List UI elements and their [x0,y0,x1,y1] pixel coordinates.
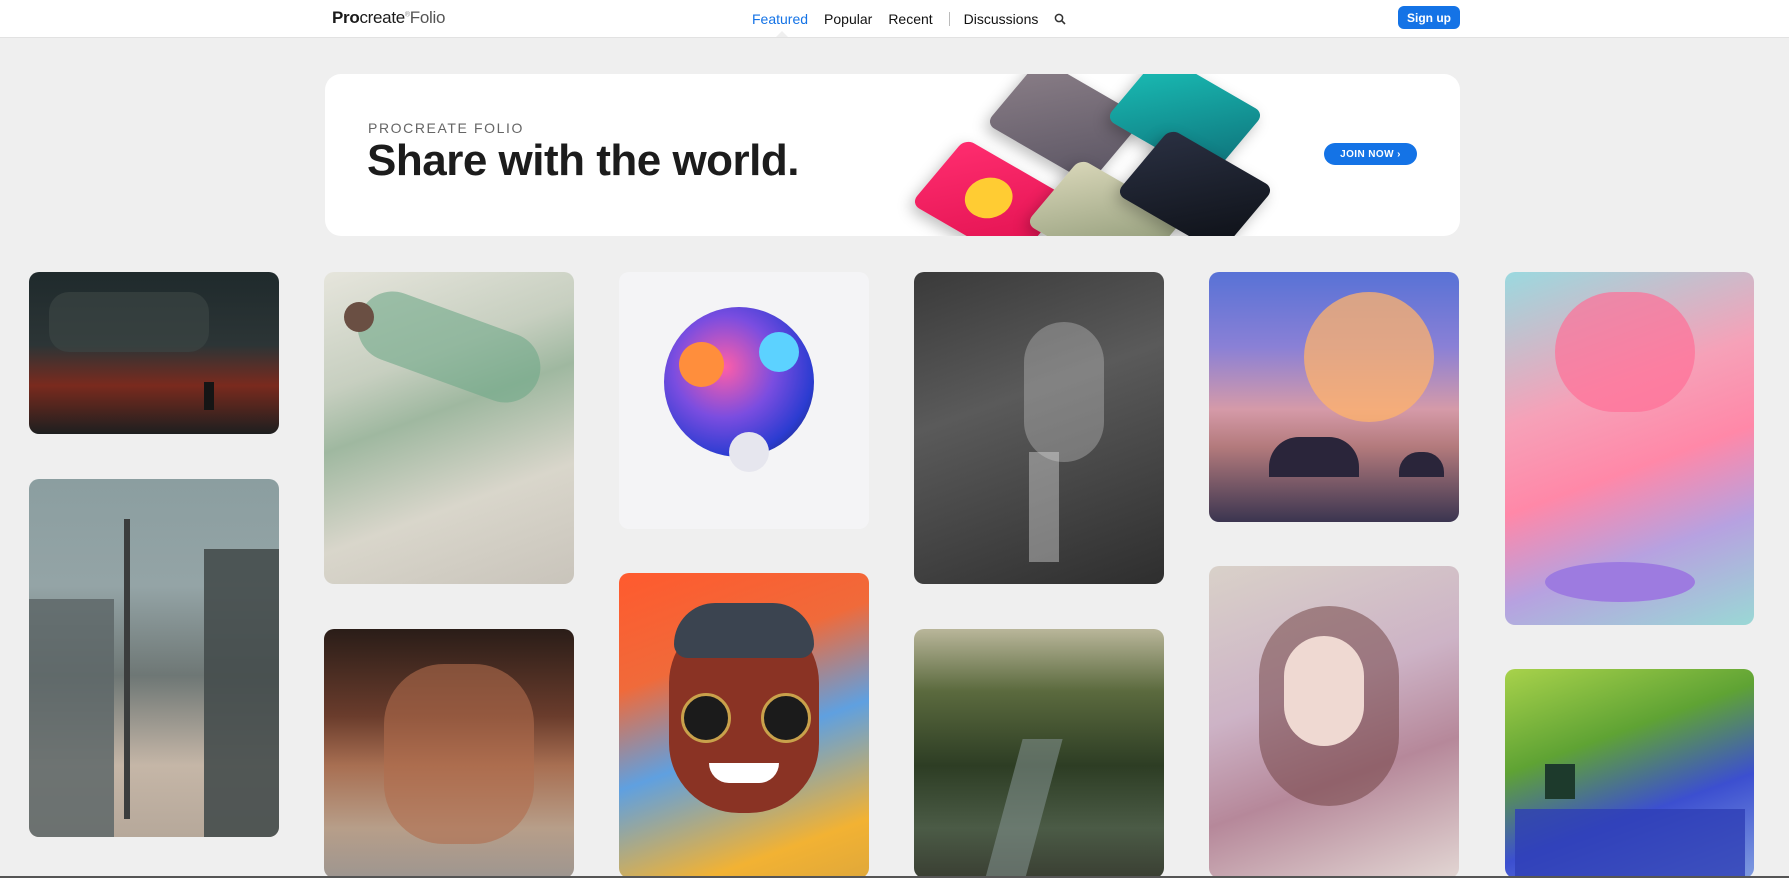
join-now-button[interactable]: JOIN NOW › [1324,143,1417,165]
artwork-woman-in-green[interactable] [324,272,574,584]
hero-banner: PROCREATE FOLIO Share with the world. JO… [325,74,1460,236]
logo-bold-text: Pro [332,8,360,27]
artwork-pink-figure[interactable] [1505,272,1754,625]
sign-up-button[interactable]: Sign up [1398,6,1460,29]
banner-artwork-cards [885,74,1285,236]
logo-folio-text: Folio [409,8,446,27]
artwork-abstract-blobs[interactable] [619,272,869,529]
nav-divider [948,11,950,26]
main-nav: Featured Popular Recent Discussions [752,0,1068,37]
logo-text: create [359,8,405,27]
banner-headline: Share with the world. [367,136,800,185]
artwork-man-with-sunglasses[interactable] [619,573,869,878]
artwork-profile-portrait[interactable] [914,272,1164,584]
artwork-forest-stream[interactable] [914,629,1164,878]
artwork-house-trees[interactable] [1505,669,1754,878]
artwork-clouds-sunset[interactable] [1209,272,1459,522]
nav-featured[interactable]: Featured [752,11,808,27]
nav-popular[interactable]: Popular [824,11,872,27]
top-nav-bar: Procreate®Folio Featured Popular Recent … [0,0,1789,38]
artwork-woman-portrait[interactable] [1209,566,1459,878]
active-caret-icon [776,31,788,37]
artwork-helicopter-scene[interactable] [29,272,279,434]
nav-recent[interactable]: Recent [888,11,932,27]
artwork-alley-street[interactable] [29,479,279,837]
artwork-old-man-portrait[interactable] [324,629,574,878]
procreate-folio-logo[interactable]: Procreate®Folio [332,8,445,28]
banner-eyebrow: PROCREATE FOLIO [368,120,524,136]
nav-discussions[interactable]: Discussions [964,11,1039,27]
search-icon[interactable] [1054,12,1068,26]
